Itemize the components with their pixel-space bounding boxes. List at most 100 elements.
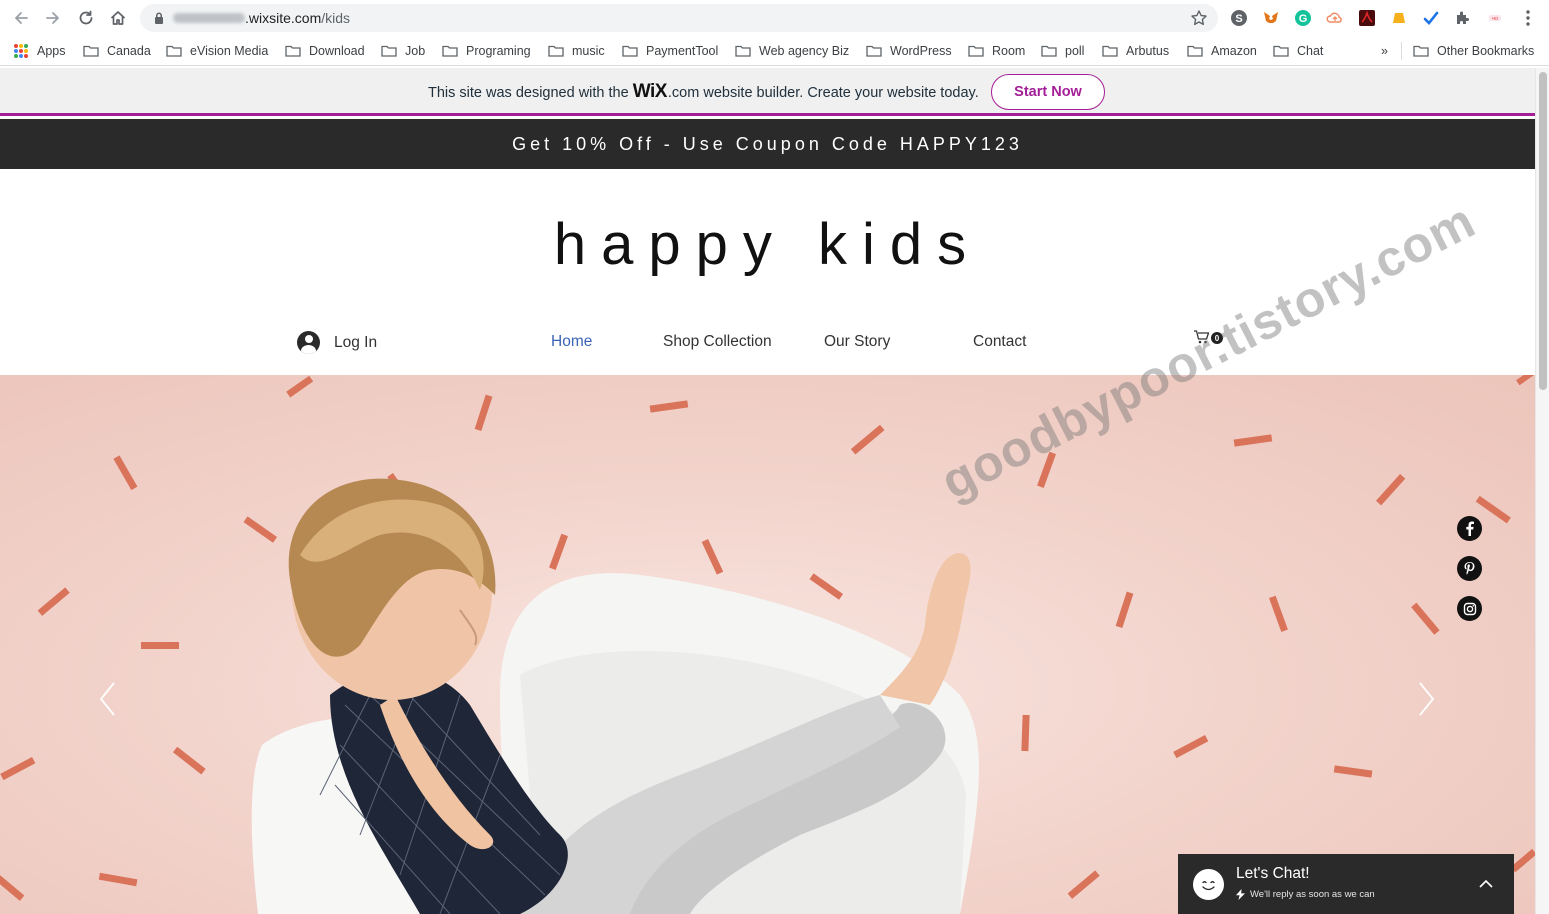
- wix-banner-text-after: .com website builder. Create your websit…: [667, 85, 979, 101]
- start-now-button[interactable]: Start Now: [991, 74, 1105, 110]
- bookmark-label: Arbutus: [1126, 44, 1170, 58]
- bookmarks-overflow-button[interactable]: »: [1381, 42, 1388, 60]
- wix-logo: WiX: [632, 81, 668, 102]
- bookmark-apps[interactable]: Apps: [14, 42, 66, 60]
- forward-button[interactable]: [41, 6, 65, 30]
- browser-menu-icon[interactable]: [1519, 8, 1537, 28]
- page-scrollbar[interactable]: [1535, 68, 1549, 914]
- back-button[interactable]: [9, 6, 33, 30]
- coupon-text: Get 10% Off - Use Coupon Code HAPPY123: [512, 133, 1023, 154]
- bookmark-label: WordPress: [890, 44, 952, 58]
- other-bookmarks-label: Other Bookmarks: [1437, 44, 1535, 58]
- bookmark-folder[interactable]: Job: [381, 42, 425, 60]
- nav-contact[interactable]: Contact: [973, 333, 1026, 351]
- browser-toolbar: .wixsite.com/kids S G •ıo: [0, 0, 1549, 36]
- bookmark-label: poll: [1065, 44, 1085, 58]
- bookmark-folder[interactable]: Chat: [1273, 42, 1323, 60]
- bookmark-folder[interactable]: Web agency Biz: [735, 42, 849, 60]
- chat-subtitle-text: We'll reply as soon as we can: [1250, 889, 1375, 900]
- folder-icon: [1187, 45, 1203, 57]
- address-bar[interactable]: .wixsite.com/kids: [140, 4, 1218, 32]
- lock-icon: [155, 12, 163, 24]
- folder-icon: [735, 45, 751, 57]
- bookmark-folder[interactable]: Canada: [83, 42, 151, 60]
- login-button[interactable]: Log In: [297, 331, 377, 354]
- child-head: [288, 478, 496, 700]
- instagram-icon[interactable]: [1457, 596, 1482, 621]
- web-page: This site was designed with the WiX .com…: [0, 68, 1535, 914]
- svg-text:G: G: [1299, 13, 1308, 25]
- login-label: Log In: [334, 333, 378, 351]
- user-avatar-icon: [297, 331, 320, 354]
- adobe-acrobat-extension-icon[interactable]: [1358, 9, 1376, 27]
- coupon-bar: Get 10% Off - Use Coupon Code HAPPY123: [0, 119, 1535, 169]
- bookmark-folder[interactable]: WordPress: [866, 42, 952, 60]
- cloud-extension-icon[interactable]: [1326, 9, 1344, 27]
- reload-button[interactable]: [74, 6, 98, 30]
- scrollbar-thumb[interactable]: [1539, 72, 1547, 390]
- wix-ad-banner: This site was designed with the WiX .com…: [0, 68, 1535, 116]
- blurred-subdomain: [173, 13, 245, 23]
- bare-foot: [880, 553, 971, 705]
- extensions-puzzle-icon[interactable]: [1454, 9, 1472, 27]
- chat-smiley-icon: [1193, 869, 1224, 900]
- bookmarks-bar: Apps Canada eVision Media Download Job P…: [0, 36, 1549, 66]
- notification-bell-extension-icon[interactable]: [1390, 9, 1408, 27]
- bookmark-label: Apps: [37, 44, 66, 58]
- svg-text:S: S: [1235, 13, 1242, 25]
- chat-widget[interactable]: Let's Chat! We'll reply as soon as we ca…: [1178, 854, 1514, 914]
- back-arrow-icon: [15, 12, 28, 24]
- bookmark-star-icon[interactable]: [1190, 9, 1208, 27]
- nav-our-story[interactable]: Our Story: [824, 333, 890, 351]
- grammarly-extension-icon[interactable]: G: [1294, 9, 1312, 27]
- apps-grid-icon: [14, 44, 28, 58]
- folder-icon: [1041, 45, 1057, 57]
- chevron-up-icon[interactable]: [1478, 878, 1494, 890]
- bookmark-folder[interactable]: Amazon: [1187, 42, 1257, 60]
- pink-extension-icon[interactable]: •ıo: [1486, 9, 1504, 27]
- folder-icon: [442, 45, 458, 57]
- nav-home[interactable]: Home: [551, 333, 592, 351]
- url-text: .wixsite.com/kids: [245, 10, 350, 26]
- home-button[interactable]: [106, 6, 130, 30]
- bookmark-folder[interactable]: Programing: [442, 42, 531, 60]
- bookmark-label: Room: [992, 44, 1026, 58]
- folder-icon: [968, 45, 984, 57]
- checkmark-extension-icon[interactable]: [1422, 9, 1440, 27]
- folder-icon: [866, 45, 882, 57]
- bookmark-label: Chat: [1297, 44, 1324, 58]
- pinterest-icon[interactable]: [1457, 556, 1482, 581]
- folder-icon: [1413, 45, 1429, 57]
- bookmark-folder[interactable]: eVision Media: [166, 42, 268, 60]
- bookmark-label: music: [572, 44, 605, 58]
- svg-text:•ıo: •ıo: [1492, 16, 1498, 22]
- wix-banner-message: This site was designed with the WiX .com…: [428, 81, 979, 103]
- bookmark-folder[interactable]: Download: [285, 42, 365, 60]
- bookmark-folder[interactable]: Room: [968, 42, 1025, 60]
- metamask-extension-icon[interactable]: [1262, 9, 1280, 27]
- chat-title: Let's Chat!: [1236, 865, 1310, 882]
- reload-icon: [79, 10, 93, 25]
- bookmark-folder[interactable]: PaymentTool: [622, 42, 718, 60]
- facebook-icon[interactable]: [1457, 516, 1482, 541]
- bookmark-folder[interactable]: poll: [1041, 42, 1084, 60]
- bookmark-label: Job: [405, 44, 426, 58]
- slideshow-next-arrow-icon[interactable]: [1414, 679, 1438, 719]
- folder-icon: [285, 45, 301, 57]
- forward-arrow-icon: [46, 12, 59, 24]
- bookmark-folder[interactable]: music: [548, 42, 605, 60]
- other-bookmarks[interactable]: Other Bookmarks: [1401, 42, 1534, 60]
- bookmark-label: eVision Media: [190, 44, 269, 58]
- chat-subtitle: We'll reply as soon as we can: [1236, 889, 1375, 900]
- hero-slideshow: [0, 375, 1535, 914]
- folder-icon: [622, 45, 638, 57]
- bookmark-label: Web agency Biz: [759, 44, 850, 58]
- bookmark-folder[interactable]: Arbutus: [1102, 42, 1169, 60]
- nav-shop-collection[interactable]: Shop Collection: [663, 333, 772, 351]
- home-icon: [110, 11, 126, 25]
- overflow-chevron-icon: »: [1381, 44, 1388, 58]
- folder-icon: [548, 45, 564, 57]
- skype-extension-icon[interactable]: S: [1230, 9, 1248, 27]
- slideshow-prev-arrow-icon[interactable]: [96, 679, 120, 719]
- bookmark-label: PaymentTool: [646, 44, 719, 58]
